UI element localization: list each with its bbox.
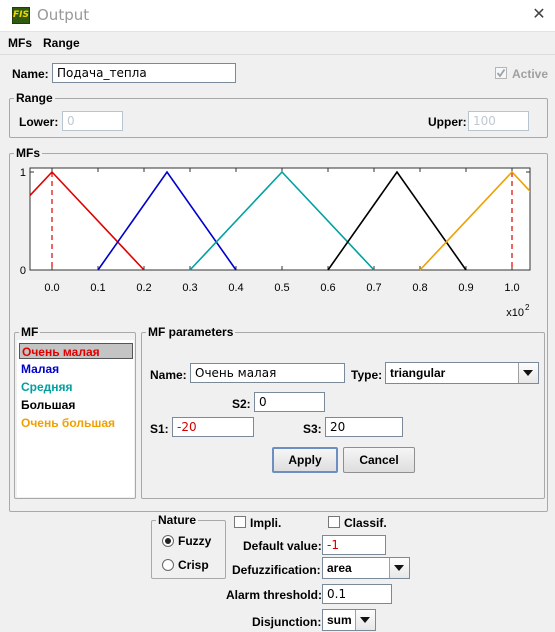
app-icon: FIS	[12, 7, 30, 24]
window-title: Output	[37, 6, 90, 24]
alarm-label: Alarm threshold:	[226, 588, 323, 602]
disjunction-select[interactable]: sum	[322, 609, 376, 631]
s2-label: S2:	[232, 397, 251, 411]
crisp-radio[interactable]	[162, 559, 174, 571]
mf-type-label: Type:	[351, 368, 383, 382]
disjunction-label: Disjunction:	[252, 615, 322, 629]
default-value-input[interactable]: -1	[322, 535, 386, 555]
impli-label: Impli.	[250, 516, 282, 530]
nature-legend: Nature	[158, 513, 197, 527]
s2-input[interactable]: 0	[254, 392, 325, 412]
defuzz-value: area	[327, 561, 352, 575]
s1-input[interactable]: -20	[172, 417, 254, 437]
mf-list-item-4[interactable]: Очень большая	[19, 415, 133, 431]
active-checkbox[interactable]	[495, 67, 507, 79]
upper-input[interactable]: 100	[468, 111, 529, 131]
mf-list-legend: MF	[21, 325, 39, 339]
name-label: Name:	[12, 67, 49, 81]
defuzz-label: Defuzzification:	[232, 563, 321, 577]
chevron-down-icon[interactable]	[389, 558, 409, 578]
classif-checkbox[interactable]	[328, 516, 340, 528]
crisp-label: Crisp	[178, 558, 209, 572]
x-tick-label: 1.0	[504, 282, 519, 294]
name-input[interactable]: Подача_тепла	[52, 63, 236, 83]
x-tick-label: 0.8	[412, 282, 427, 294]
s3-input[interactable]: 20	[325, 417, 403, 437]
s1-label: S1:	[150, 422, 169, 436]
lower-input[interactable]: 0	[62, 111, 123, 131]
x-tick-label: 0.3	[182, 282, 197, 294]
default-value-label: Default value:	[243, 539, 322, 553]
menu-mfs[interactable]: MFs	[8, 36, 32, 50]
y-tick-label: 0	[20, 265, 26, 277]
active-label: Active	[512, 67, 549, 81]
cancel-button[interactable]: Cancel	[343, 447, 415, 473]
disjunction-value: sum	[327, 613, 352, 627]
fuzzy-radio[interactable]	[162, 535, 174, 547]
x-multiplier-label: x10	[506, 307, 524, 319]
mf-list-item-0[interactable]: Очень малая	[19, 343, 133, 359]
x-tick-label: 0.9	[458, 282, 473, 294]
x-tick-label: 0.0	[44, 282, 59, 294]
x-tick-label: 0.4	[228, 282, 243, 294]
classif-label: Classif.	[344, 516, 387, 530]
x-multiplier-exponent: 2	[525, 303, 530, 312]
range-legend: Range	[16, 91, 53, 105]
checkmark-icon	[496, 68, 506, 78]
y-tick-label: 1	[20, 167, 26, 179]
mf-name-input[interactable]: Очень малая	[190, 363, 345, 383]
mf-list[interactable]: Очень малая Малая Средняя Большая Очень …	[17, 340, 134, 497]
fuzzy-label: Fuzzy	[178, 534, 212, 548]
x-tick-label: 0.2	[136, 282, 151, 294]
mf-type-select[interactable]: triangular	[385, 362, 539, 384]
mf-type-value: triangular	[390, 366, 446, 380]
mfs-legend: MFs	[16, 146, 40, 160]
mf-list-item-3[interactable]: Большая	[19, 397, 133, 413]
x-tick-label: 0.6	[320, 282, 335, 294]
mf-params-legend: MF parameters	[148, 325, 234, 339]
title-bar: FIS Output ✕	[0, 0, 555, 32]
close-icon[interactable]: ✕	[527, 3, 551, 27]
x-tick-label: 0.1	[90, 282, 105, 294]
defuzz-select[interactable]: area	[322, 557, 410, 579]
mf-list-item-2[interactable]: Средняя	[19, 379, 133, 395]
chevron-down-icon[interactable]	[518, 363, 538, 383]
mf-name-label: Name:	[150, 368, 187, 382]
impli-checkbox[interactable]	[234, 516, 246, 528]
lower-label: Lower:	[19, 115, 59, 129]
upper-label: Upper:	[428, 115, 467, 129]
mf-params-group: MF parameters	[141, 325, 545, 499]
x-tick-label: 0.7	[366, 282, 381, 294]
mf-chart[interactable]: 0 1 0.0 0.1 0.2 0.3 0.4 0.5 0.6 0.7 0.8 0.9 1.0 x10 2	[16, 160, 538, 328]
x-tick-label: 0.5	[274, 282, 289, 294]
mf-list-item-1[interactable]: Малая	[19, 361, 133, 377]
apply-button[interactable]: Apply	[272, 447, 338, 473]
s3-label: S3:	[303, 422, 322, 436]
menu-range[interactable]: Range	[43, 36, 80, 50]
menu-bar: MFs Range	[0, 32, 555, 55]
alarm-input[interactable]: 0.1	[322, 584, 392, 604]
chevron-down-icon[interactable]	[355, 610, 375, 630]
